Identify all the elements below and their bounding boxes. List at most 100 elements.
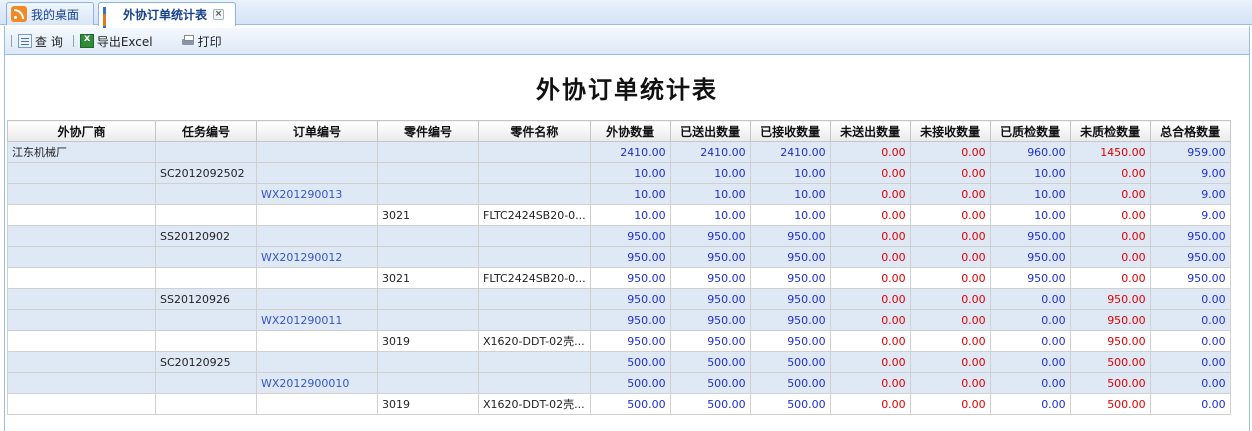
query-button[interactable]: 查 询: [18, 33, 63, 50]
export-label: 导出Excel: [96, 34, 153, 49]
table-cell: X1620-DDT-02壳...: [478, 330, 591, 352]
table-cell: [155, 330, 257, 352]
rss-icon: [11, 6, 27, 22]
table-row[interactable]: 3021 FLTC2424SB20-0... 950.00 950.00 950.00 0…: [7, 267, 1231, 289]
column-header[interactable]: 外协数量: [589, 120, 671, 142]
table-cell: 950.00: [749, 309, 831, 331]
table-cell: 10.00: [669, 204, 751, 226]
table-cell: 0.00: [829, 393, 911, 415]
table-cell: [478, 183, 591, 205]
table-cell: 10.00: [589, 204, 671, 226]
table-cell: 0.00: [909, 162, 991, 184]
table-row[interactable]: WX2012900010 500.00 500.00 500.00 0.00 0.00 0.…: [7, 372, 1231, 394]
table-cell: 0.00: [829, 372, 911, 394]
table-cell: 0.00: [829, 309, 911, 331]
table-cell: 950.00: [749, 225, 831, 247]
table-cell: 0.00: [1149, 288, 1231, 310]
table-row[interactable]: 3019 X1620-DDT-02壳... 500.00 500.00 500.00 0.…: [7, 393, 1231, 415]
table-cell: 10.00: [989, 183, 1071, 205]
table-cell: 950.00: [669, 288, 751, 310]
table-cell: WX201290013: [256, 183, 378, 205]
table-cell: [377, 183, 479, 205]
table-cell: [377, 225, 479, 247]
table-cell: 10.00: [669, 162, 751, 184]
table-row[interactable]: SC2012092502 10.00 10.00 10.00 0.00 0.00 10.00…: [7, 162, 1231, 184]
query-icon: [18, 34, 32, 48]
table-cell: [155, 372, 257, 394]
table-cell: [377, 372, 479, 394]
table-row[interactable]: 3019 X1620-DDT-02壳... 950.00 950.00 950.00 0.…: [7, 330, 1231, 352]
table-cell: 9.00: [1149, 183, 1231, 205]
table-cell: SS20120902: [155, 225, 257, 247]
table-cell: 959.00: [1149, 141, 1231, 163]
column-header[interactable]: 零件名称: [478, 120, 591, 142]
table-cell: 10.00: [749, 183, 831, 205]
tab-outsourcing-report[interactable]: 外协订单统计表 ×: [98, 2, 236, 49]
query-label: 查 询: [35, 34, 63, 49]
table-cell: 0.00: [909, 225, 991, 247]
table-row[interactable]: SC20120925 500.00 500.00 500.00 0.00 0.00 0.00…: [7, 351, 1231, 373]
table-cell: [478, 309, 591, 331]
table-row[interactable]: WX201290013 10.00 10.00 10.00 0.00 0.00 10.00 0…: [7, 183, 1231, 205]
table-cell: 950.00: [589, 309, 671, 331]
table-cell: 0.00: [1149, 372, 1231, 394]
table-cell: 950.00: [589, 225, 671, 247]
column-header[interactable]: 已接收数量: [749, 120, 831, 142]
table-cell: 0.00: [989, 309, 1071, 331]
table-cell: 2410.00: [749, 141, 831, 163]
printer-icon: [181, 34, 195, 48]
table-cell: FLTC2424SB20-0...: [478, 204, 591, 226]
table-cell: [155, 204, 257, 226]
table-row[interactable]: SS20120902 950.00 950.00 950.00 0.00 0.00 950.…: [7, 225, 1231, 247]
table-cell: 950.00: [989, 267, 1071, 289]
table-row[interactable]: 江东机械厂 2410.00 2410.00 2410.00 0.00 0.00 960.00…: [7, 141, 1231, 163]
table-cell: [155, 183, 257, 205]
close-icon[interactable]: ×: [213, 9, 225, 20]
table-cell: [256, 225, 378, 247]
column-header[interactable]: 订单编号: [256, 120, 378, 142]
table-cell: WX201290012: [256, 246, 378, 268]
table-cell: 950.00: [749, 246, 831, 268]
table-cell: [7, 393, 156, 415]
table-row[interactable]: WX201290011 950.00 950.00 950.00 0.00 0.00 0.0…: [7, 309, 1231, 331]
table-row[interactable]: SS20120926 950.00 950.00 950.00 0.00 0.00 0.00…: [7, 288, 1231, 310]
table-cell: 0.00: [909, 141, 991, 163]
table-cell: 950.00: [669, 267, 751, 289]
table-cell: 960.00: [989, 141, 1071, 163]
table-cell: [155, 141, 257, 163]
table-cell: [478, 141, 591, 163]
table-cell: 0.00: [989, 393, 1071, 415]
column-header[interactable]: 总合格数量: [1149, 120, 1231, 142]
table-row[interactable]: WX201290012 950.00 950.00 950.00 0.00 0.00 950…: [7, 246, 1231, 268]
table-row[interactable]: 3021 FLTC2424SB20-0... 10.00 10.00 10.00 0.00…: [7, 204, 1231, 226]
export-excel-button[interactable]: 导出Excel: [79, 33, 153, 50]
table-cell: [256, 162, 378, 184]
table-cell: 0.00: [1069, 225, 1151, 247]
column-header[interactable]: 未送出数量: [829, 120, 911, 142]
table-cell: 950.00: [669, 246, 751, 268]
column-header[interactable]: 外协厂商: [7, 120, 156, 142]
table-cell: 1450.00: [1069, 141, 1151, 163]
table-cell: [377, 246, 479, 268]
table-cell: SC2012092502: [155, 162, 257, 184]
table-cell: 950.00: [749, 288, 831, 310]
column-header[interactable]: 未接收数量: [909, 120, 991, 142]
bar-chart-icon: [103, 6, 119, 49]
column-header[interactable]: 任务编号: [155, 120, 257, 142]
table-cell: 0.00: [1069, 183, 1151, 205]
table-cell: 500.00: [749, 372, 831, 394]
table-cell: 2410.00: [669, 141, 751, 163]
column-header[interactable]: 零件编号: [377, 120, 479, 142]
report-panel: 查 询 导出Excel 打印 外协订单统计表 外协厂商任务编号订单编号零件编号零…: [4, 26, 1250, 431]
table-cell: 500.00: [589, 393, 671, 415]
table-cell: [377, 309, 479, 331]
table-cell: 0.00: [829, 225, 911, 247]
column-header[interactable]: 未质检数量: [1069, 120, 1151, 142]
tab-my-desktop[interactable]: 我的桌面: [6, 2, 94, 25]
table-cell: 500.00: [1069, 372, 1151, 394]
table-cell: [377, 162, 479, 184]
column-header[interactable]: 已质检数量: [989, 120, 1071, 142]
column-header[interactable]: 已送出数量: [669, 120, 751, 142]
table-cell: 950.00: [1069, 288, 1151, 310]
print-button[interactable]: 打印: [181, 33, 222, 50]
